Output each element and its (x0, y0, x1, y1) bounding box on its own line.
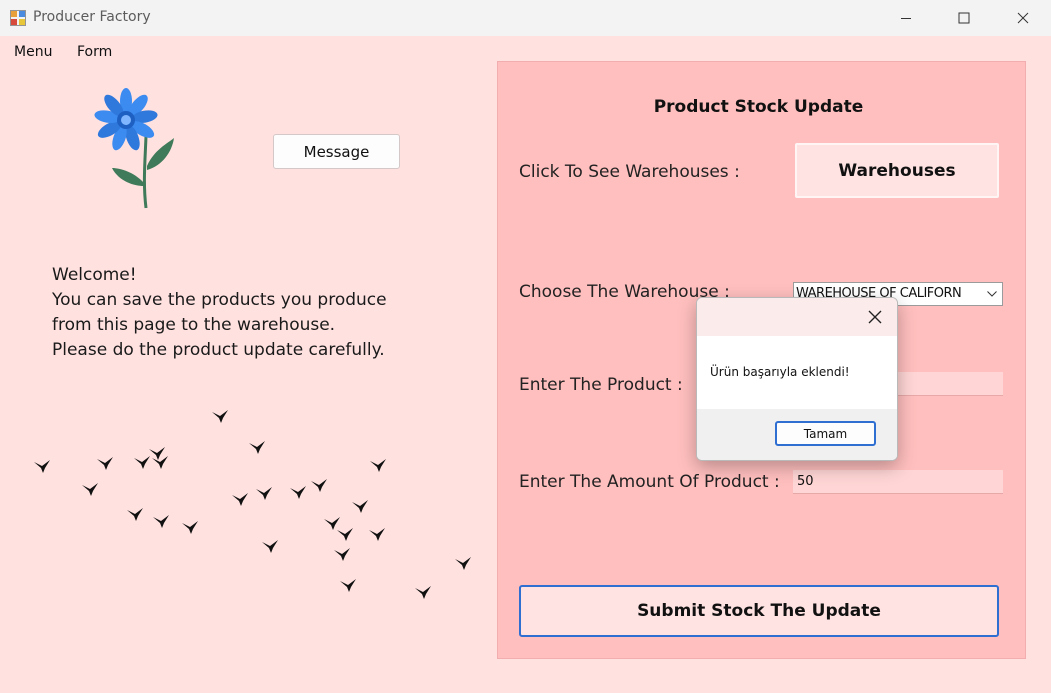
welcome-line: Welcome! (52, 265, 137, 285)
maximize-button[interactable] (941, 0, 987, 36)
panel-title: Product Stock Update (653, 97, 864, 117)
welcome-line: from this page to the warehouse. (52, 315, 336, 335)
product-label: Enter The Product : (519, 375, 683, 395)
title-bar[interactable]: Producer Factory (0, 0, 1051, 36)
menu-item-form[interactable]: Form (77, 44, 112, 60)
message-button[interactable]: Message (273, 134, 400, 169)
welcome-line: Please do the product update carefully. (52, 340, 385, 360)
maximize-icon (958, 12, 970, 24)
dialog-footer: Tamam (697, 409, 897, 460)
welcome-line: You can save the products you produce (52, 290, 387, 310)
warehouses-label: Click To See Warehouses : (519, 162, 740, 182)
app-windows-icon (10, 10, 26, 26)
close-icon (868, 310, 882, 324)
submit-update-button[interactable]: Submit Stock The Update (519, 585, 999, 637)
flying-birds-illustration (34, 410, 471, 599)
dialog-message: Ürün başarıyla eklendi! (710, 365, 850, 379)
warehouses-button[interactable]: Warehouses (795, 143, 999, 198)
amount-input[interactable]: 50 (793, 470, 1003, 494)
window-title: Producer Factory (33, 9, 151, 25)
menu-item-menu[interactable]: Menu (14, 44, 52, 60)
close-button[interactable] (1000, 0, 1046, 36)
app-window: Producer Factory Menu Form Message Welco… (0, 0, 1051, 693)
dialog-title-bar[interactable] (697, 298, 897, 336)
welcome-text: Welcome! You can save the products you p… (52, 263, 452, 363)
minimize-icon (901, 18, 911, 19)
blue-flower-illustration (94, 88, 174, 209)
chevron-down-icon (982, 283, 1002, 305)
close-icon (1017, 12, 1029, 24)
message-dialog: Ürün başarıyla eklendi! Tamam (696, 297, 898, 461)
minimize-button[interactable] (883, 0, 929, 36)
dialog-ok-button[interactable]: Tamam (775, 421, 876, 446)
dialog-close-button[interactable] (853, 298, 897, 336)
amount-label: Enter The Amount Of Product : (519, 472, 780, 492)
